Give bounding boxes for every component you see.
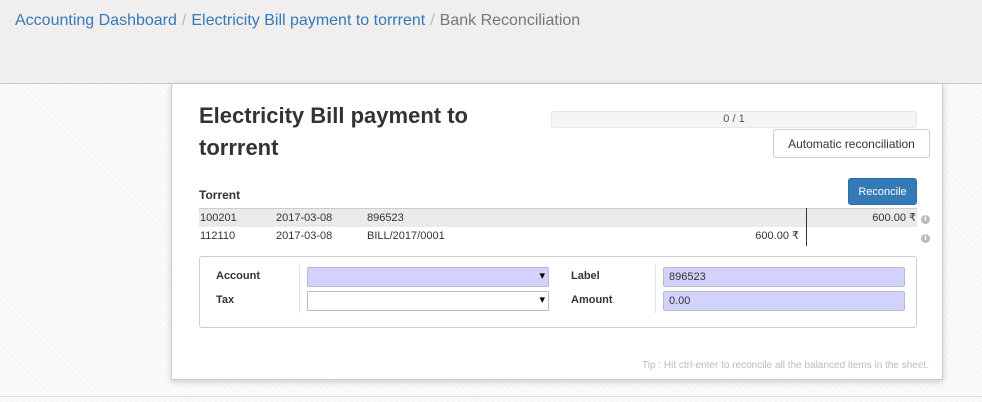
tax-label: Tax	[216, 294, 235, 306]
breadcrumb-accounting-dashboard[interactable]: Accounting Dashboard	[15, 12, 177, 29]
line-date: 2017-03-08	[276, 212, 333, 224]
field-divider	[299, 265, 300, 313]
reconcile-button[interactable]: Reconcile	[848, 178, 917, 205]
line-date: 2017-03-08	[276, 230, 333, 242]
debit-credit-divider	[806, 208, 807, 246]
breadcrumb-separator: /	[181, 12, 187, 29]
create-line-form: Account Tax ▾ ▾ Label Amount 896523 0.00	[199, 256, 917, 328]
table-row[interactable]: 100201 2017-03-08 896523 600.00 ₹	[199, 208, 917, 227]
progress-text: 0 / 1	[723, 113, 745, 125]
field-divider	[655, 265, 656, 313]
label-label: Label	[571, 270, 600, 282]
statement-title: Electricity Bill payment to torrrent	[199, 103, 468, 160]
control-panel: Accounting Dashboard / Electricity Bill pa…	[0, 0, 982, 84]
breadcrumb: Accounting Dashboard / Electricity Bill pa…	[15, 11, 580, 31]
line-label: BILL/2017/0001	[367, 230, 445, 242]
amount-label: Amount	[571, 294, 613, 306]
breadcrumb-current: Bank Reconciliation	[439, 12, 581, 29]
reconciliation-sheet: Electricity Bill payment to torrrent 0 /…	[171, 84, 943, 380]
breadcrumb-statement[interactable]: Electricity Bill payment to torrrent	[191, 12, 425, 29]
move-lines: 100201 2017-03-08 896523 600.00 ₹ 112110…	[199, 208, 917, 246]
reconciliation-progress: 0 / 1	[551, 111, 917, 128]
line-credit: 600.00 ₹	[872, 212, 916, 224]
info-circle-icon[interactable]: i	[921, 215, 930, 224]
table-row[interactable]: 112110 2017-03-08 BILL/2017/0001 600.00 …	[199, 227, 917, 246]
amount-input[interactable]: 0.00	[663, 291, 905, 311]
partner-name[interactable]: Torrent	[199, 188, 240, 202]
tax-select[interactable]: ▾	[307, 291, 549, 311]
info-circle-icon[interactable]: i	[921, 234, 930, 243]
account-label: Account	[216, 270, 260, 282]
bottom-divider	[0, 396, 982, 397]
line-account: 100201	[200, 212, 237, 224]
breadcrumb-separator: /	[430, 12, 435, 29]
account-select[interactable]: ▾	[307, 267, 549, 287]
line-label: 896523	[367, 212, 404, 224]
label-input[interactable]: 896523	[663, 267, 905, 287]
chevron-down-icon: ▾	[539, 270, 545, 282]
automatic-reconciliation-button[interactable]: Automatic reconciliation	[773, 129, 930, 158]
reconcile-tip: Tip : Hit ctrl-enter to reconcile all th…	[642, 360, 929, 371]
chevron-down-icon: ▾	[539, 294, 545, 306]
line-account: 112110	[200, 230, 236, 242]
line-debit: 600.00 ₹	[755, 230, 799, 242]
